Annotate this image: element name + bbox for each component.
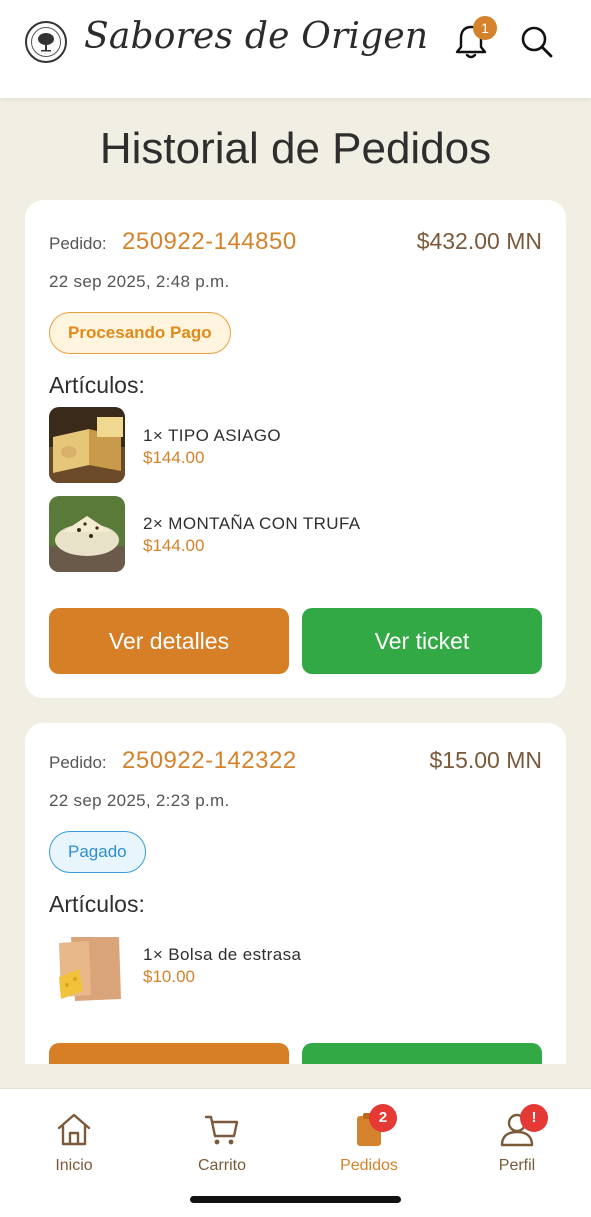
nav-profile[interactable]: Perfil ! [462, 1104, 572, 1175]
view-details-button[interactable] [49, 1043, 289, 1064]
search-button[interactable] [519, 24, 555, 60]
home-indicator[interactable] [190, 1196, 401, 1203]
order-card: Pedido: 250922-144850 $432.00 MN 22 sep … [25, 200, 566, 698]
orders-count-badge: 2 [369, 1104, 397, 1132]
search-icon [521, 26, 553, 58]
order-label: Pedido: [49, 234, 107, 253]
items-title: Artículos: [49, 372, 145, 398]
nav-label: Carrito [197, 1157, 246, 1174]
brand-name: Sabores de Origen [84, 16, 429, 57]
cheese-asiago-image [49, 407, 125, 483]
app-header: Sabores de Origen 1 [0, 0, 591, 98]
cart-icon [204, 1115, 239, 1145]
item-name: 1× Bolsa de estrasa [143, 945, 302, 964]
nav-cart[interactable]: Carrito [167, 1109, 277, 1175]
view-ticket-button[interactable]: Ver ticket [302, 608, 542, 674]
item-price: $10.00 [143, 967, 195, 986]
items-title: Artículos: [49, 891, 145, 917]
order-date: 22 sep 2025, 2:48 p.m. [49, 272, 230, 291]
order-label: Pedido: [49, 753, 107, 772]
order-total: $432.00 MN [416, 228, 542, 254]
home-icon [57, 1113, 91, 1146]
order-card: Pedido: 250922-142322 $15.00 MN 22 sep 2… [25, 723, 566, 1064]
page-title: Historial de Pedidos [99, 124, 492, 173]
view-ticket-button[interactable] [302, 1043, 542, 1064]
cheese-truffle-image [49, 496, 125, 572]
status-badge: Pagado [49, 831, 146, 873]
paper-bag-image [49, 929, 125, 1005]
item-price: $144.00 [143, 448, 205, 467]
order-total: $15.00 MN [429, 747, 542, 773]
nav-orders[interactable]: Pedidos 2 [314, 1104, 424, 1175]
item-price: $144.00 [143, 536, 205, 555]
status-badge: Procesando Pago [49, 312, 231, 354]
nav-label: Perfil [498, 1157, 536, 1174]
view-details-button[interactable]: Ver detalles [49, 608, 289, 674]
order-id[interactable]: 250922-142322 [122, 747, 297, 775]
item-name: 2× MONTAÑA CON TRUFA [143, 514, 361, 533]
nav-label: Pedidos [340, 1157, 398, 1174]
nav-label: Inicio [55, 1157, 93, 1174]
brand-logo[interactable] [25, 21, 67, 63]
item-name: 1× TIPO ASIAGO [143, 426, 282, 445]
tree-icon [31, 27, 61, 57]
order-date: 22 sep 2025, 2:23 p.m. [49, 791, 230, 810]
profile-alert-badge: ! [520, 1104, 548, 1132]
notification-badge: 1 [473, 16, 497, 40]
order-id[interactable]: 250922-144850 [122, 228, 297, 256]
nav-home[interactable]: Inicio [19, 1109, 129, 1175]
orders-list[interactable]: Pedido: 250922-144850 $432.00 MN 22 sep … [0, 196, 591, 1064]
